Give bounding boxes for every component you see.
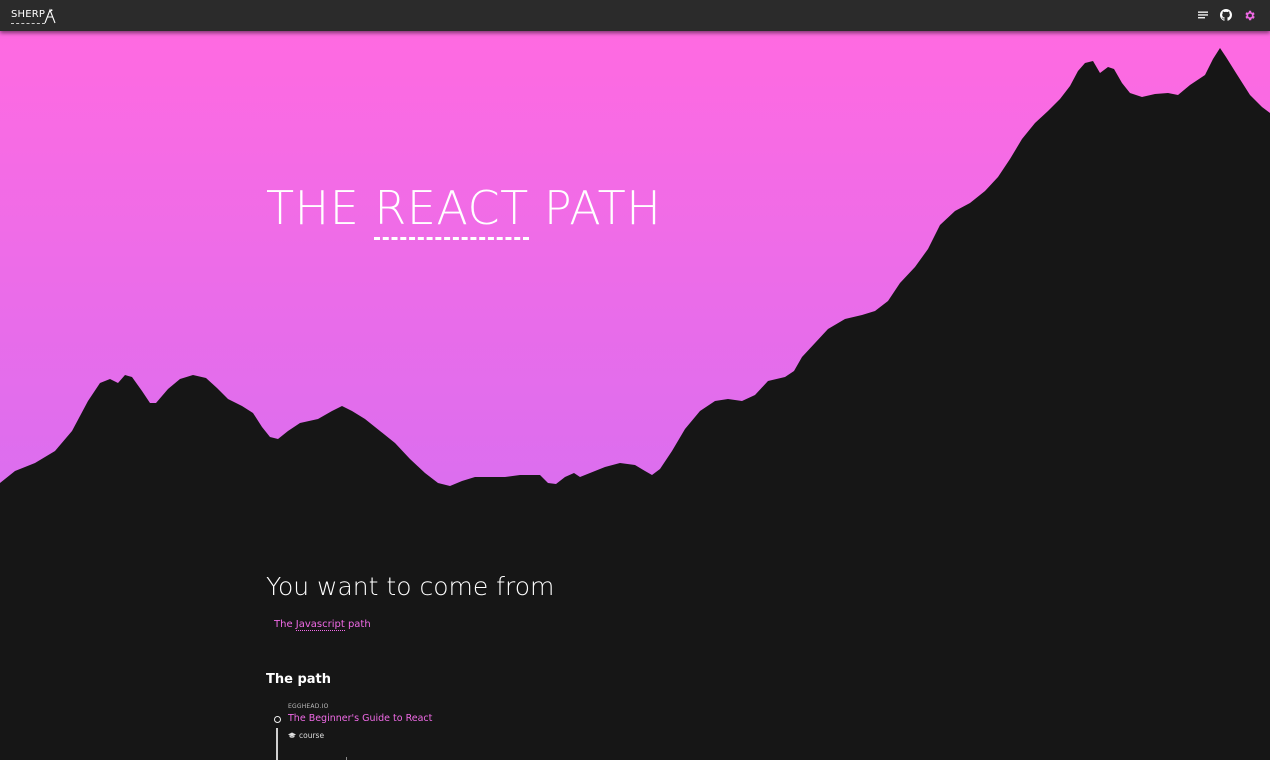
top-navigation-bar: SHERP [0, 0, 1270, 31]
step-connector-line [276, 728, 278, 760]
step-type-label: course [299, 731, 325, 740]
logo-text: SHERP [11, 10, 46, 24]
step-provider: EGGHEAD.IO [288, 703, 329, 710]
step-title-link[interactable]: The Beginner's Guide to React [288, 713, 432, 724]
list-icon[interactable] [1196, 8, 1210, 22]
gear-icon[interactable] [1242, 8, 1256, 22]
title-accent-react: REACT [374, 181, 529, 240]
logo-mountain-icon [44, 8, 56, 24]
header-actions [1196, 8, 1256, 22]
javascript-path-link[interactable]: The Javascript path [274, 619, 371, 631]
sherpa-logo[interactable]: SHERP [11, 6, 56, 24]
step-type: course [288, 731, 324, 740]
hero-banner [0, 31, 1270, 531]
title-suffix: PATH [528, 181, 662, 235]
link-dotted-word: Javascript [295, 619, 345, 631]
github-icon[interactable] [1219, 8, 1233, 22]
step-marker-icon [274, 716, 281, 723]
page-title: THE REACT PATH [266, 181, 662, 240]
path-heading: The path [266, 672, 332, 687]
graduation-cap-icon [288, 732, 296, 738]
come-from-heading: You want to come from [266, 572, 555, 601]
mountain-landscape [0, 31, 1270, 531]
title-prefix: THE [266, 181, 375, 235]
link-suffix: path [344, 619, 371, 630]
link-prefix: The [274, 619, 296, 630]
